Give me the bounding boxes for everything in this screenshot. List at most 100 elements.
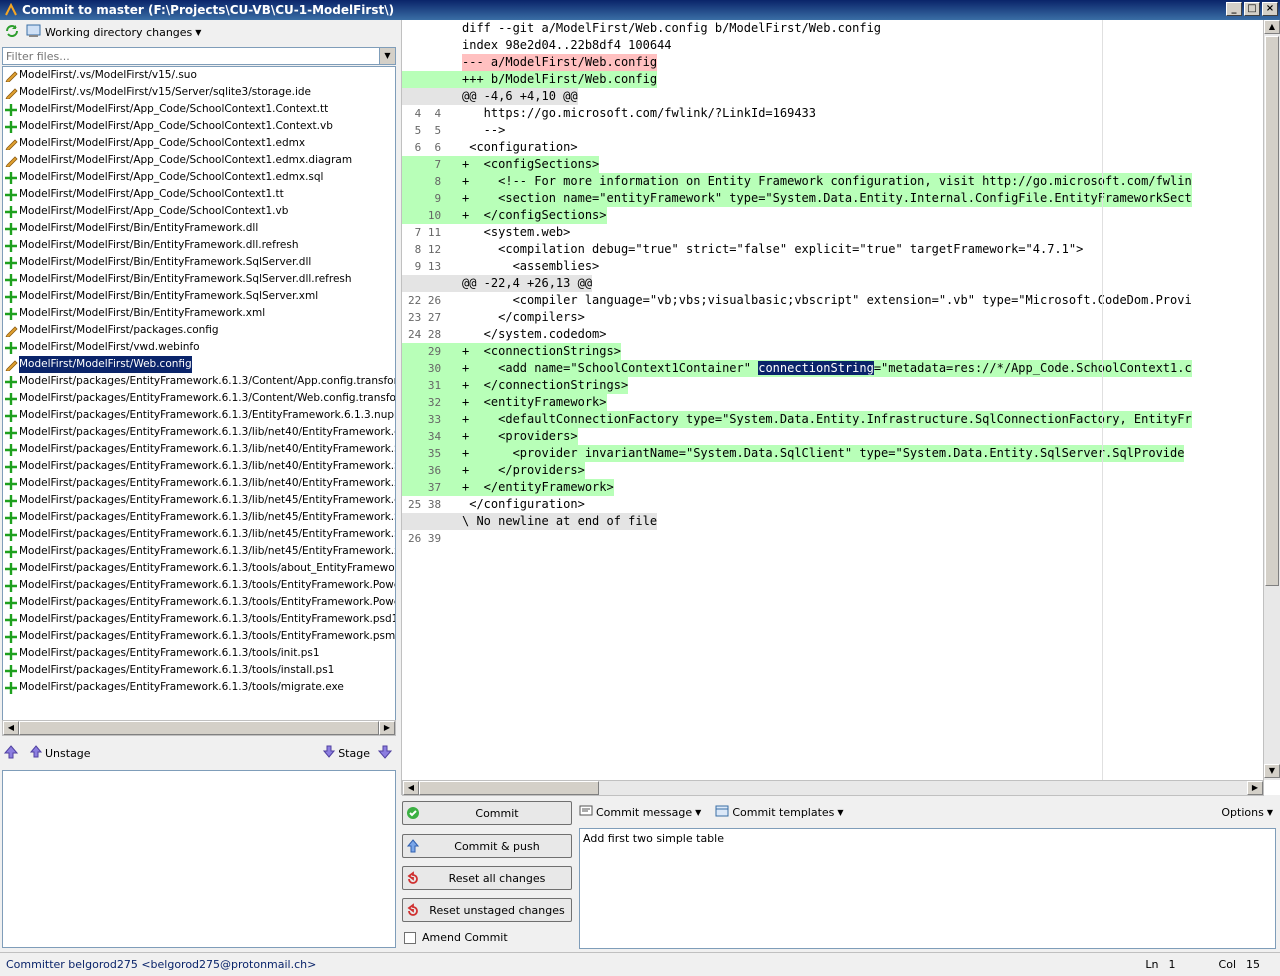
file-row[interactable]: ModelFirst/packages/EntityFramework.6.1.… bbox=[3, 390, 395, 407]
filter-dropdown-button[interactable]: ▼ bbox=[379, 48, 395, 64]
file-row[interactable]: ModelFirst/packages/EntityFramework.6.1.… bbox=[3, 543, 395, 560]
commit-message-input[interactable]: Add first two simple table bbox=[579, 828, 1276, 949]
gutter-line bbox=[402, 88, 462, 105]
reset-unstaged-changes-button[interactable]: Reset unstaged changes bbox=[402, 898, 572, 922]
file-row[interactable]: ModelFirst/packages/EntityFramework.6.1.… bbox=[3, 662, 395, 679]
committer-link[interactable]: Committer belgorod275 <belgorod275@proto… bbox=[6, 958, 316, 971]
scroll-up-icon[interactable]: ▲ bbox=[1264, 20, 1280, 34]
file-row[interactable]: ModelFirst/ModelFirst/Bin/EntityFramewor… bbox=[3, 288, 395, 305]
file-row[interactable]: ModelFirst/packages/EntityFramework.6.1.… bbox=[3, 475, 395, 492]
file-row[interactable]: ModelFirst/packages/EntityFramework.6.1.… bbox=[3, 458, 395, 475]
col-value: 15 bbox=[1246, 958, 1260, 971]
file-row[interactable]: ModelFirst/ModelFirst/Bin/EntityFramewor… bbox=[3, 305, 395, 322]
gutter-line: 8 bbox=[402, 173, 462, 190]
file-row[interactable]: ModelFirst/packages/EntityFramework.6.1.… bbox=[3, 441, 395, 458]
file-path: ModelFirst/ModelFirst/App_Code/SchoolCon… bbox=[19, 103, 329, 115]
diff-viewer[interactable]: 4 4 5 5 6 6 7 8 9 10 7 11 8 12 9 13 22 26… bbox=[401, 20, 1280, 796]
file-row[interactable]: ModelFirst/ModelFirst/App_Code/SchoolCon… bbox=[3, 203, 395, 220]
file-row[interactable]: ModelFirst/ModelFirst/packages.config bbox=[3, 322, 395, 339]
amend-checkbox[interactable] bbox=[404, 931, 416, 944]
file-row[interactable]: ModelFirst/packages/EntityFramework.6.1.… bbox=[3, 424, 395, 441]
diff-vscrollbar[interactable]: ▲ ▼ bbox=[1263, 20, 1280, 780]
file-row[interactable]: ModelFirst/packages/EntityFramework.6.1.… bbox=[3, 679, 395, 696]
file-row[interactable]: ModelFirst/packages/EntityFramework.6.1.… bbox=[3, 628, 395, 645]
file-row[interactable]: ModelFirst/packages/EntityFramework.6.1.… bbox=[3, 560, 395, 577]
file-row[interactable]: ModelFirst/ModelFirst/App_Code/SchoolCon… bbox=[3, 135, 395, 152]
modified-pencil-icon bbox=[3, 85, 19, 101]
file-row[interactable]: ModelFirst/packages/EntityFramework.6.1.… bbox=[3, 577, 395, 594]
added-plus-icon bbox=[3, 493, 19, 509]
file-path: ModelFirst/packages/EntityFramework.6.1.… bbox=[19, 511, 395, 523]
commit-button[interactable]: Commit bbox=[402, 801, 572, 825]
file-row[interactable]: ModelFirst/ModelFirst/Bin/EntityFramewor… bbox=[3, 220, 395, 237]
unstaged-file-list[interactable]: ModelFirst/.vs/ModelFirst/v15/.suo ModelF… bbox=[2, 66, 396, 736]
unstage-all-icon[interactable] bbox=[3, 744, 19, 762]
options-dropdown[interactable]: Options ▼ bbox=[1221, 806, 1273, 819]
file-path: ModelFirst/packages/EntityFramework.6.1.… bbox=[19, 460, 395, 472]
refresh-icon[interactable] bbox=[4, 23, 20, 42]
scroll-right-icon[interactable]: ▶ bbox=[379, 721, 395, 735]
unstage-button[interactable]: Unstage bbox=[29, 745, 91, 761]
file-row[interactable]: ModelFirst/ModelFirst/App_Code/SchoolCon… bbox=[3, 118, 395, 135]
file-row[interactable]: ModelFirst/ModelFirst/App_Code/SchoolCon… bbox=[3, 169, 395, 186]
file-row[interactable]: ModelFirst/packages/EntityFramework.6.1.… bbox=[3, 611, 395, 628]
file-row[interactable]: ModelFirst/ModelFirst/App_Code/SchoolCon… bbox=[3, 152, 395, 169]
commit-message-dropdown[interactable]: Commit message ▼ bbox=[579, 805, 701, 820]
diff-line: <configuration> bbox=[462, 140, 578, 154]
stage-button[interactable]: Stage bbox=[323, 745, 370, 761]
file-row[interactable]: ModelFirst/packages/EntityFramework.6.1.… bbox=[3, 492, 395, 509]
diff-text[interactable]: diff --git a/ModelFirst/Web.config b/Mod… bbox=[462, 20, 1262, 780]
file-row[interactable]: ModelFirst/ModelFirst/App_Code/SchoolCon… bbox=[3, 101, 395, 118]
file-row[interactable]: ModelFirst/ModelFirst/vwd.webinfo bbox=[3, 339, 395, 356]
hscroll-thumb[interactable] bbox=[419, 781, 599, 795]
gutter-line: 7 bbox=[402, 156, 462, 173]
reset-icon bbox=[403, 903, 423, 917]
reset-all-changes-button[interactable]: Reset all changes bbox=[402, 866, 572, 890]
file-row[interactable]: ModelFirst/packages/EntityFramework.6.1.… bbox=[3, 645, 395, 662]
diff-hscrollbar[interactable]: ◀ ▶ bbox=[402, 780, 1264, 796]
scroll-thumb[interactable] bbox=[19, 721, 379, 735]
diff-line: diff --git a/ModelFirst/Web.config b/Mod… bbox=[462, 21, 882, 35]
status-bar: Committer belgorod275 <belgorod275@proto… bbox=[0, 952, 1280, 976]
file-list-hscrollbar[interactable]: ◀ ▶ bbox=[2, 720, 396, 736]
gutter-line: 9 bbox=[402, 190, 462, 207]
added-plus-icon bbox=[3, 374, 19, 390]
scroll-right-icon[interactable]: ▶ bbox=[1247, 781, 1263, 795]
file-row[interactable]: ModelFirst/packages/EntityFramework.6.1.… bbox=[3, 526, 395, 543]
diff-line: --- a/ModelFirst/Web.config bbox=[462, 54, 658, 71]
file-row[interactable]: ModelFirst/packages/EntityFramework.6.1.… bbox=[3, 509, 395, 526]
maximize-button[interactable]: □ bbox=[1244, 2, 1260, 16]
scroll-down-icon[interactable]: ▼ bbox=[1264, 764, 1280, 778]
vscroll-thumb[interactable] bbox=[1265, 36, 1279, 586]
gutter-line: 10 bbox=[402, 207, 462, 224]
modified-pencil-icon bbox=[3, 136, 19, 152]
commit-templates-dropdown[interactable]: Commit templates ▼ bbox=[715, 805, 844, 820]
close-button[interactable]: × bbox=[1262, 2, 1278, 16]
working-directory-dropdown[interactable]: Working directory changes ▼ bbox=[26, 24, 201, 41]
file-row[interactable]: ModelFirst/ModelFirst/Web.config bbox=[3, 356, 395, 373]
file-row[interactable]: ModelFirst/ModelFirst/Bin/EntityFramewor… bbox=[3, 237, 395, 254]
gutter-line bbox=[402, 71, 462, 88]
file-row[interactable]: ModelFirst/packages/EntityFramework.6.1.… bbox=[3, 594, 395, 611]
diff-line bbox=[462, 530, 1262, 547]
file-row[interactable]: ModelFirst/.vs/ModelFirst/v15/.suo bbox=[3, 67, 395, 84]
file-row[interactable]: ModelFirst/.vs/ModelFirst/v15/Server/sql… bbox=[3, 84, 395, 101]
added-plus-icon bbox=[3, 527, 19, 543]
filter-input[interactable] bbox=[3, 48, 377, 64]
scroll-left-icon[interactable]: ◀ bbox=[3, 721, 19, 735]
file-path: ModelFirst/ModelFirst/App_Code/SchoolCon… bbox=[19, 188, 284, 200]
minimize-button[interactable]: _ bbox=[1226, 2, 1242, 16]
commit-and-push-button[interactable]: Commit & push bbox=[402, 834, 572, 858]
file-row[interactable]: ModelFirst/ModelFirst/Bin/EntityFramewor… bbox=[3, 254, 395, 271]
staged-file-list[interactable] bbox=[2, 770, 396, 948]
file-row[interactable]: ModelFirst/packages/EntityFramework.6.1.… bbox=[3, 373, 395, 390]
amend-commit-option[interactable]: Amend Commit bbox=[404, 931, 508, 944]
filter-files-field[interactable]: ▼ bbox=[2, 47, 396, 65]
file-row[interactable]: ModelFirst/ModelFirst/App_Code/SchoolCon… bbox=[3, 186, 395, 203]
file-row[interactable]: ModelFirst/packages/EntityFramework.6.1.… bbox=[3, 407, 395, 424]
reset-icon bbox=[403, 871, 423, 885]
scroll-left-icon[interactable]: ◀ bbox=[403, 781, 419, 795]
file-path: ModelFirst/ModelFirst/Bin/EntityFramewor… bbox=[19, 290, 319, 302]
file-row[interactable]: ModelFirst/ModelFirst/Bin/EntityFramewor… bbox=[3, 271, 395, 288]
stage-all-icon[interactable] bbox=[377, 745, 393, 762]
